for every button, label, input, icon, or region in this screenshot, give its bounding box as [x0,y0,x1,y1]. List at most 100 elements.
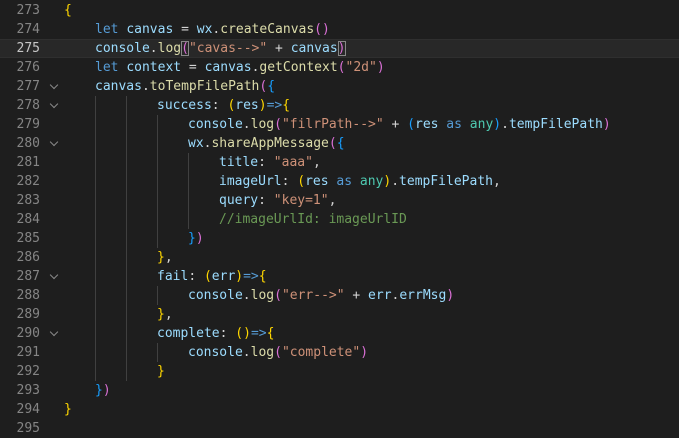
indent-guide [95,286,96,305]
code-token: let [95,22,127,37]
code-token: : [211,98,228,113]
code-line[interactable]: 282 imageUrl: (res as any).tempFilePath, [0,172,679,191]
code-line[interactable]: 277 canvas.toTempFilePath({ [0,77,679,96]
indent-guide [95,115,96,134]
code-token: errMsg [399,288,447,303]
code-token: ) [446,288,455,303]
code-token: res [415,117,439,132]
code-token: any [469,117,494,132]
code-token: let [95,60,127,75]
code-line[interactable]: 289}, [0,305,679,324]
code-token: : [258,193,274,208]
code-editor[interactable]: 273{274 let canvas = wx.createCanvas() 275… [0,0,679,436]
code-line[interactable]: 276 let context = canvas.getContext("2d") [0,58,679,77]
code-token: canvas [126,22,174,37]
indent-guide [157,172,158,191]
line-number: 288 [16,288,40,303]
code-token: context [126,60,182,75]
indent-guide [126,134,127,153]
code-line[interactable]: 280 wx.shareAppMessage({ [0,134,679,153]
indent-guide [157,134,158,153]
code-token: wx [188,136,204,151]
indent-guide [126,324,127,343]
indent-guide [95,362,96,381]
indent-guide [95,172,96,191]
code-line[interactable]: 275 console.log("cavas-->" + canvas) [0,39,679,58]
code-token: "complete" [281,345,361,360]
code-line[interactable]: 285}) [0,229,679,248]
code-token: } [157,364,165,379]
code-text: let canvas = wx.createCanvas() [95,20,330,39]
code-text: fail: (err)=>{ [157,267,267,286]
code-token: . [141,79,150,94]
indent-guide [157,115,158,134]
code-line[interactable]: 290 complete: ()=>{ [0,324,679,343]
code-line[interactable]: 273 { [0,1,679,20]
code-token: , [164,250,173,265]
fold-chevron-icon[interactable] [49,77,59,96]
line-number: 275 [16,41,40,56]
fold-chevron-icon[interactable] [49,134,59,153]
code-line[interactable]: 291 console.log("complete") [0,343,679,362]
fold-chevron-icon[interactable] [49,267,59,286]
indent-guide [95,267,96,286]
code-text: canvas.toTempFilePath({ [95,77,275,96]
line-number: 295 [16,421,40,436]
code-token: complete [157,326,220,341]
indent-guide [157,210,158,229]
code-line[interactable]: 279 console.log("filrPath-->" + (res as a… [0,115,679,134]
code-token: canvas [95,79,142,94]
code-text: }, [157,305,173,324]
indent-guide [95,229,96,248]
code-token: //imageUrlId: imageUrlID [219,212,407,227]
code-token: ) [376,60,385,75]
code-line[interactable]: 288 console.log("err-->" + err.errMsg) [0,286,679,305]
code-line[interactable]: 286}, [0,248,679,267]
code-line[interactable]: 287 fail: (err)=>{ [0,267,679,286]
code-token: ( [274,288,282,303]
code-token: => [250,326,267,341]
code-text: console.log("filrPath-->" + (res as any)… [188,115,611,134]
matching-bracket: ) [337,41,346,56]
indent-guide [126,210,127,229]
code-token: : [219,326,236,341]
indent-guide [126,248,127,267]
code-token: = [181,60,205,75]
code-token: console [188,117,243,132]
code-line[interactable]: 284 //imageUrlId: imageUrlID [0,210,679,229]
line-number: 292 [16,364,40,379]
code-token: . [391,174,400,189]
code-token: , [492,174,501,189]
code-token: , [328,193,337,208]
code-token: => [266,98,283,113]
code-line[interactable]: 293}) [0,381,679,400]
code-token: "filrPath-->" [281,117,384,132]
code-line[interactable]: 295 [0,419,679,438]
code-token: console [95,41,150,56]
code-line[interactable]: 278 success: (res)=>{ [0,96,679,115]
code-text: } [64,400,72,419]
line-number: 294 [16,402,40,417]
code-token: ( [274,117,282,132]
code-token: . [501,117,509,132]
code-token: } [157,307,165,322]
code-token: log [250,117,275,132]
code-token: title [219,155,259,170]
code-line[interactable]: 294} [0,400,679,419]
code-line[interactable]: 292} [0,362,679,381]
code-text: console.log("cavas-->" + canvas) [95,39,346,58]
indent-guide [126,115,127,134]
code-token: { [258,269,267,284]
code-token: createCanvas [220,22,315,37]
code-line[interactable]: 283 query: "key=1", [0,191,679,210]
code-token: { [267,79,276,94]
code-line[interactable]: 274 let canvas = wx.createCanvas() [0,20,679,39]
code-token: fail [157,269,189,284]
code-token: res [235,98,259,113]
fold-chevron-icon[interactable] [49,324,59,343]
indent-guide [126,286,127,305]
code-text: //imageUrlId: imageUrlID [219,210,407,229]
code-line[interactable]: 281 title: "aaa", [0,153,679,172]
code-token: ) [360,345,369,360]
fold-chevron-icon[interactable] [49,96,59,115]
